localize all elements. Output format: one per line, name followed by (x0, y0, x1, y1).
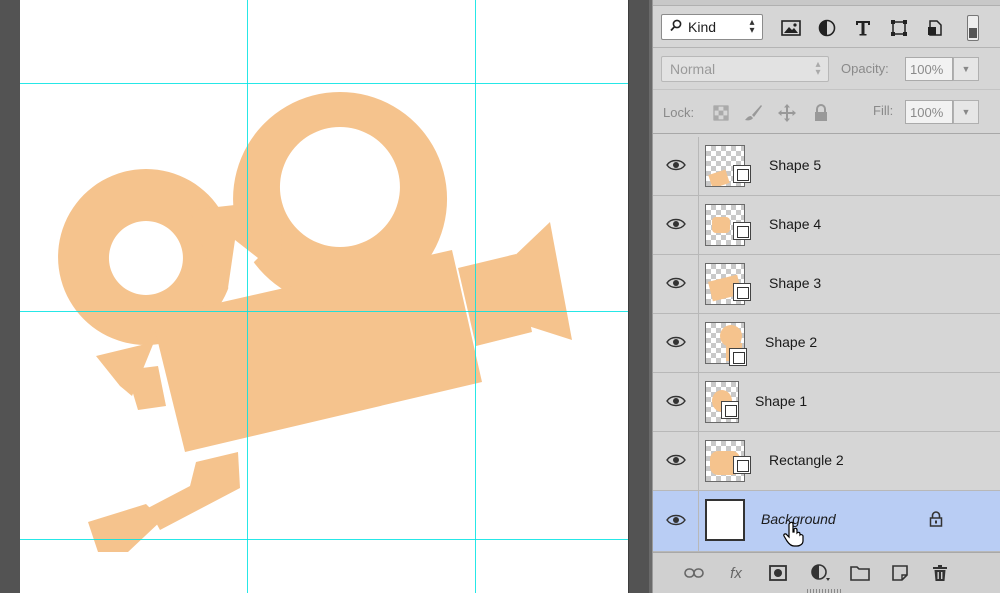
blend-mode-select[interactable]: Normal ▴ ▾ (661, 56, 829, 82)
mask-icon[interactable] (767, 563, 789, 583)
filter-smart-object-icon[interactable] (923, 17, 947, 39)
vector-mask-icon (721, 401, 739, 419)
eye-icon (665, 453, 686, 471)
lock-row: Lock: Fill: 100% ▼ (653, 90, 1000, 134)
filter-shape-icon[interactable] (887, 17, 911, 39)
layer-thumbnail (705, 499, 745, 541)
layer-row-rectangle-2[interactable]: Rectangle 2 (653, 432, 1000, 491)
filter-kind-select[interactable]: Kind ▴ ▾ (661, 14, 763, 40)
fill-label: Fill: (873, 103, 894, 118)
blend-row: Normal ▴ ▾ Opacity: 100% ▼ (653, 48, 1000, 90)
guide-horizontal (20, 83, 628, 84)
layer-name[interactable]: Rectangle 2 (769, 452, 844, 468)
lock-transparent-icon[interactable] (709, 102, 733, 124)
panel-tab-strip (653, 0, 1000, 6)
opacity-label: Opacity: (841, 61, 889, 76)
updown-arrows-icon: ▴ ▾ (815, 59, 821, 78)
visibility-toggle[interactable] (653, 373, 699, 432)
panel-divider[interactable] (628, 0, 652, 593)
filter-type-icon[interactable] (851, 17, 875, 39)
tripod-leg-shape (148, 452, 240, 530)
vector-mask-icon (733, 456, 751, 474)
layers-list: Shape 5 Shape 4 Shape 3 Shape 2 Shape 1 … (653, 137, 1000, 552)
visibility-toggle[interactable] (653, 491, 699, 552)
eye-icon (665, 217, 686, 235)
layer-row-shape-3[interactable]: Shape 3 (653, 255, 1000, 314)
layers-panel: Kind ▴ ▾ Normal ▴ ▾ Opacity: 100% ▼ Lock… (652, 0, 1000, 593)
panel-resize-grip[interactable] (807, 589, 843, 593)
eye-icon (665, 276, 686, 294)
eye-icon (665, 394, 686, 412)
layer-name[interactable]: Shape 1 (755, 393, 807, 409)
link-icon[interactable] (683, 563, 705, 583)
layer-name[interactable]: Shape 3 (769, 275, 821, 291)
layer-row-shape-4[interactable]: Shape 4 (653, 196, 1000, 255)
blend-mode-value: Normal (670, 61, 716, 77)
trash-icon[interactable] (929, 563, 951, 583)
guide-vertical (247, 0, 248, 593)
fill-input[interactable]: 100% (905, 100, 953, 124)
filter-toggle-switch[interactable] (967, 15, 979, 41)
eye-icon (665, 513, 686, 531)
layer-name[interactable]: Shape 2 (765, 334, 817, 350)
vector-mask-icon (733, 222, 751, 240)
vector-mask-icon (733, 165, 751, 183)
guide-horizontal (20, 539, 628, 540)
layer-row-shape-2[interactable]: Shape 2 (653, 314, 1000, 373)
lock-move-icon[interactable] (775, 102, 799, 124)
lock-icon (929, 511, 943, 532)
guide-horizontal (20, 311, 628, 312)
lock-all-icon[interactable] (809, 102, 833, 124)
updown-arrows-icon: ▴ ▾ (749, 17, 755, 36)
layer-row-shape-1[interactable]: Shape 1 (653, 373, 1000, 432)
eye-icon (665, 158, 686, 176)
tripod-foot-shape (88, 504, 162, 552)
adjustment-icon[interactable] (809, 563, 831, 583)
vector-mask-icon (733, 283, 751, 301)
layer-row-shape-5[interactable]: Shape 5 (653, 137, 1000, 196)
canvas-workspace[interactable] (0, 0, 628, 593)
guide-vertical (475, 0, 476, 593)
layers-bottom-bar: fx (653, 552, 1000, 593)
document-canvas[interactable] (20, 0, 628, 593)
vector-mask-icon (729, 348, 747, 366)
folder-icon[interactable] (849, 563, 871, 583)
opacity-dropdown-button[interactable]: ▼ (953, 57, 979, 81)
filter-kind-label: Kind (688, 19, 717, 35)
lock-paint-brush-icon[interactable] (741, 102, 765, 124)
layer-name[interactable]: Shape 5 (769, 157, 821, 173)
search-icon (670, 19, 682, 35)
fill-dropdown-button[interactable]: ▼ (953, 100, 979, 124)
visibility-toggle[interactable] (653, 196, 699, 255)
visibility-toggle[interactable] (653, 432, 699, 491)
eye-icon (665, 335, 686, 353)
new-layer-icon[interactable] (889, 563, 911, 583)
layer-filter-row: Kind ▴ ▾ (653, 8, 1000, 48)
filter-pixel-icon[interactable] (779, 17, 803, 39)
layer-name[interactable]: Shape 4 (769, 216, 821, 232)
lock-label: Lock: (663, 105, 695, 120)
handle-stem-shape (126, 366, 166, 410)
opacity-input[interactable]: 100% (905, 57, 953, 81)
layer-row-background[interactable]: Background (653, 491, 1000, 552)
visibility-toggle[interactable] (653, 137, 699, 196)
movie-camera-artwork (58, 92, 572, 552)
visibility-toggle[interactable] (653, 255, 699, 314)
visibility-toggle[interactable] (653, 314, 699, 373)
cursor-hand-icon (783, 521, 805, 552)
fx-icon[interactable]: fx (725, 563, 747, 583)
filter-adjustment-icon[interactable] (815, 17, 839, 39)
